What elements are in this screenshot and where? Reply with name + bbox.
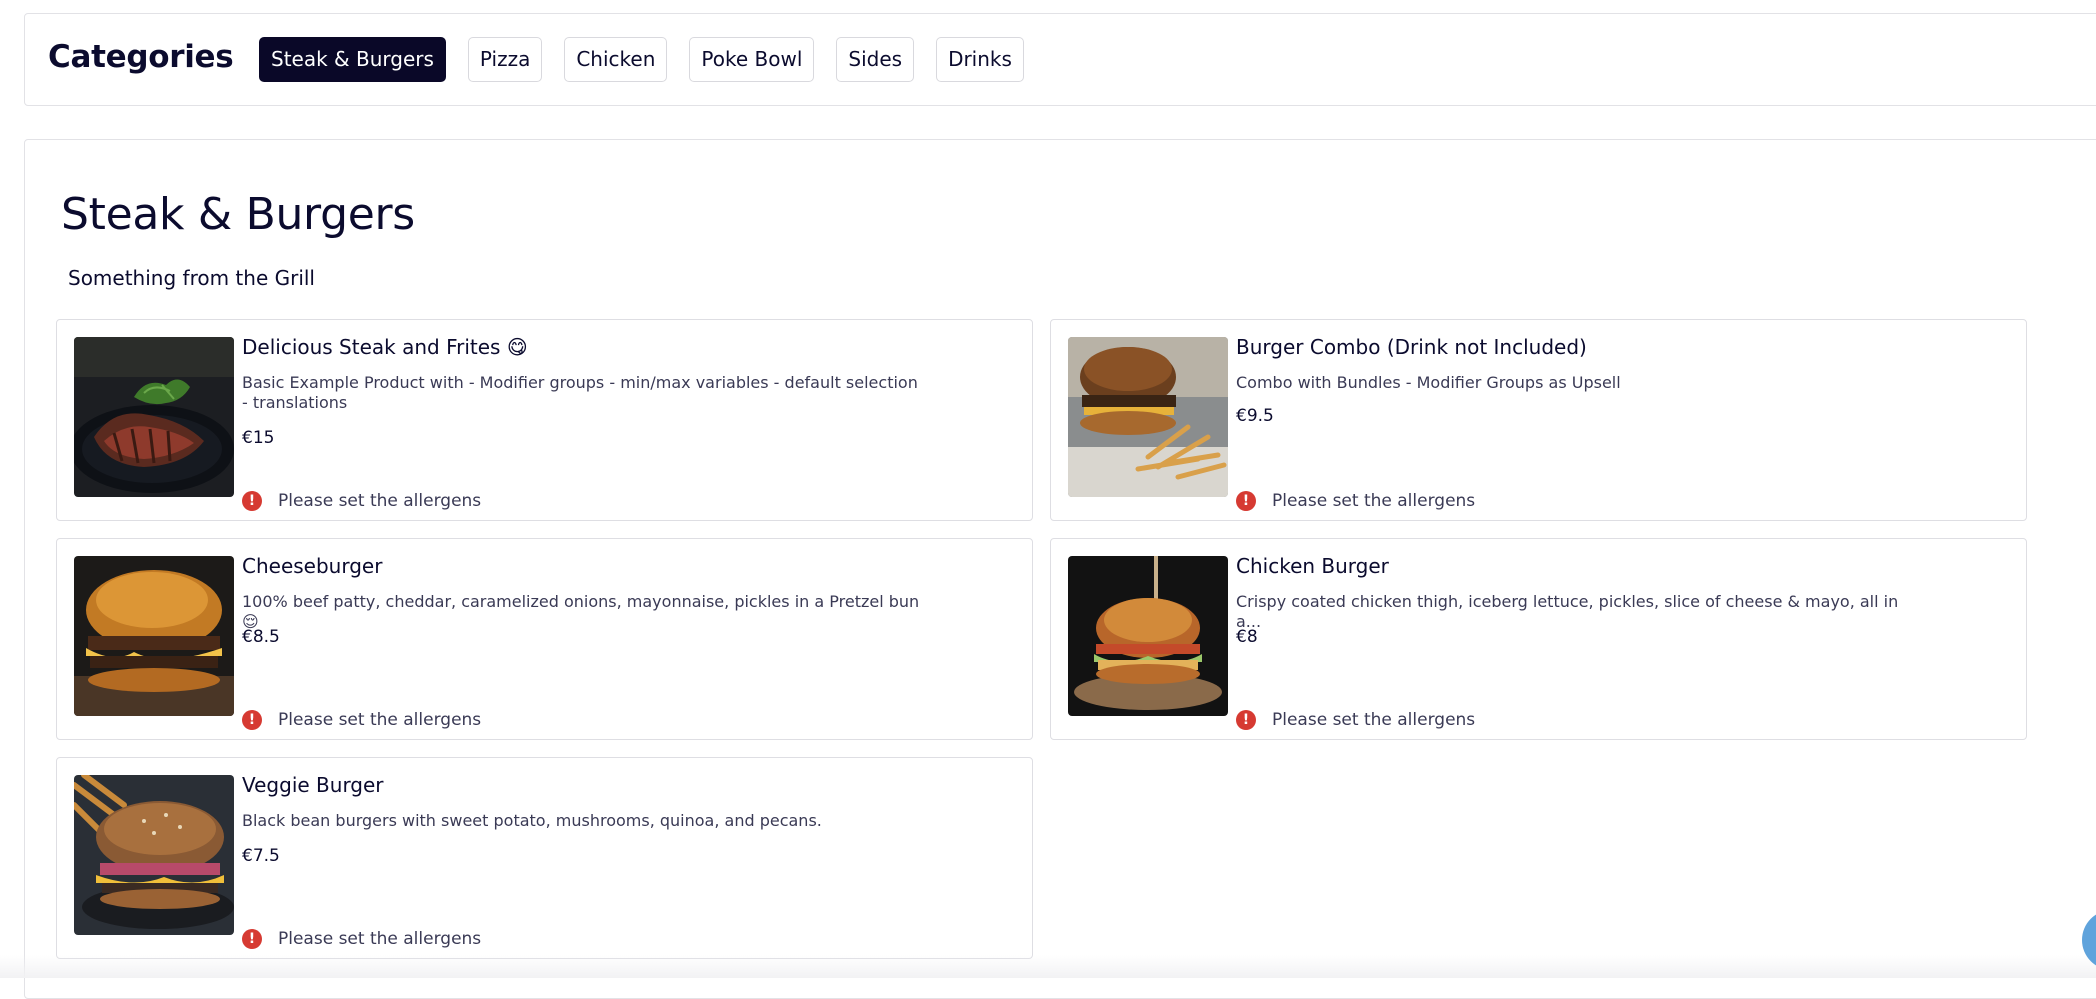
bottom-scroll-fade [0,955,2096,978]
product-image [74,556,234,716]
product-name: Cheeseburger [242,554,383,578]
exclamation-circle-icon: ! [242,491,262,511]
section-subtitle: Something from the Grill [68,266,315,290]
allergen-warning: ! Please set the allergens [242,491,481,511]
exclamation-circle-icon: ! [1236,710,1256,730]
allergen-warning: ! Please set the allergens [242,929,481,949]
allergen-warning: ! Please set the allergens [242,710,481,730]
product-description: Black bean burgers with sweet potato, mu… [242,811,822,830]
category-list: Steak & Burgers Pizza Chicken Poke Bowl … [259,37,1046,82]
category-tab-sides[interactable]: Sides [836,37,915,82]
product-price: €9.5 [1236,406,1274,426]
allergen-warning: ! Please set the allergens [1236,491,1475,511]
product-card-veggie-burger[interactable]: Veggie Burger Black bean burgers with sw… [56,757,1033,959]
product-card-steak-frites[interactable]: Delicious Steak and Frites 😋 Basic Examp… [56,319,1033,521]
product-image [74,775,234,935]
product-image [1068,556,1228,716]
categories-title: Categories [48,39,234,75]
product-name: Delicious Steak and Frites 😋 [242,335,528,359]
category-tab-drinks[interactable]: Drinks [936,37,1024,82]
product-description: Crispy coated chicken thigh, iceberg let… [1236,592,1899,631]
product-price: €8 [1236,627,1258,647]
product-name: Veggie Burger [242,773,384,797]
product-description: 100% beef patty, cheddar, caramelized on… [242,592,920,631]
product-card-burger-combo[interactable]: Burger Combo (Drink not Included) Combo … [1050,319,2027,521]
allergen-text: Please set the allergens [1272,710,1476,730]
categories-bar: Categories Steak & Burgers Pizza Chicken… [24,13,2096,106]
product-name: Chicken Burger [1236,554,1389,578]
product-card-chicken-burger[interactable]: Chicken Burger Crispy coated chicken thi… [1050,538,2027,740]
allergen-warning: ! Please set the allergens [1236,710,1475,730]
product-image [1068,337,1228,497]
allergen-text: Please set the allergens [278,710,482,730]
category-tab-poke-bowl[interactable]: Poke Bowl [689,37,815,82]
product-image [74,337,234,497]
allergen-text: Please set the allergens [278,929,482,949]
product-card-cheeseburger[interactable]: Cheeseburger 100% beef patty, cheddar, c… [56,538,1033,740]
product-description: Combo with Bundles - Modifier Groups as … [1236,373,1621,392]
allergen-text: Please set the allergens [278,491,482,511]
exclamation-circle-icon: ! [242,710,262,730]
product-price: €7.5 [242,846,280,866]
product-price: €8.5 [242,627,280,647]
section-title: Steak & Burgers [61,189,415,240]
category-tab-chicken[interactable]: Chicken [564,37,668,82]
product-price: €15 [242,428,275,448]
product-description: Basic Example Product with - Modifier gr… [242,373,918,412]
category-tab-pizza[interactable]: Pizza [467,37,543,82]
category-tab-steak-burgers[interactable]: Steak & Burgers [259,37,446,82]
allergen-text: Please set the allergens [1272,491,1476,511]
exclamation-circle-icon: ! [1236,491,1256,511]
product-name: Burger Combo (Drink not Included) [1236,335,1587,359]
exclamation-circle-icon: ! [242,929,262,949]
